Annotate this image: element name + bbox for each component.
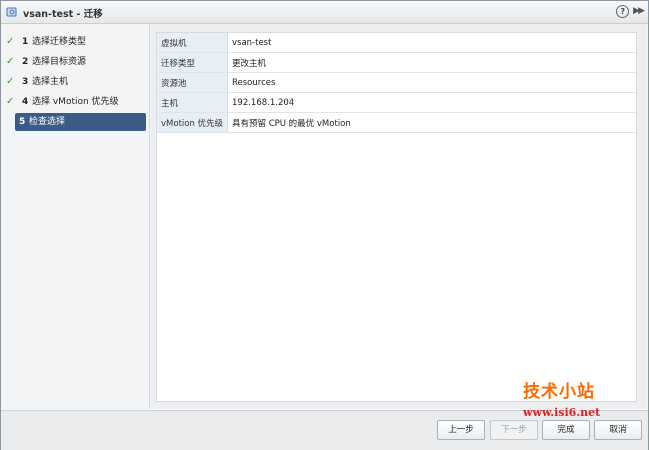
step-select-target-resource[interactable]: ✓ 2 选择目标资源 (4, 53, 146, 71)
table-row: 主机 192.168.1.204 (157, 92, 636, 113)
step-label: 检查选择 (29, 117, 66, 127)
step-label: 选择迁移类型 (32, 37, 87, 47)
step-number: 4 (22, 97, 29, 107)
row-value: 更改主机 (227, 52, 636, 73)
title-bar: vsan-test - 迁移 ? ▶▶ (1, 1, 648, 24)
wizard-steps: ✓ 1 选择迁移类型 ✓ 2 选择目标资源 ✓ 3 选择主机 ✓ 4 选择 vM… (1, 24, 150, 409)
check-icon: ✓ (6, 56, 15, 67)
site-watermark: 技术小站 www.isi6.net (523, 377, 600, 419)
step-label: 选择目标资源 (32, 57, 87, 67)
watermark-url: www.isi6.net (523, 406, 601, 419)
row-value: 具有预留 CPU 的最优 vMotion (227, 112, 636, 133)
row-value: Resources (227, 72, 636, 93)
row-key: 迁移类型 (157, 52, 228, 73)
step-number: 2 (22, 57, 29, 67)
table-row: 迁移类型 更改主机 (157, 52, 636, 73)
table-row: vMotion 优先级 具有预留 CPU 的最优 vMotion (157, 112, 636, 133)
help-icon[interactable]: ? (616, 5, 630, 18)
check-icon: ✓ (6, 96, 15, 107)
step-select-vmotion-priority[interactable]: ✓ 4 选择 vMotion 优先级 (4, 93, 146, 111)
check-icon: ✓ (6, 76, 15, 87)
summary-table: 虚拟机 vsan-test 迁移类型 更改主机 资源池 Resources 主机… (157, 33, 636, 133)
row-key: 资源池 (157, 72, 228, 93)
content-area: 虚拟机 vsan-test 迁移类型 更改主机 资源池 Resources 主机… (151, 24, 647, 409)
row-key: vMotion 优先级 (157, 112, 228, 133)
expand-icon[interactable]: ▶▶ (633, 5, 645, 18)
next-button: 下一步 (490, 420, 538, 440)
step-label: 选择 vMotion 优先级 (32, 97, 119, 107)
step-select-host[interactable]: ✓ 3 选择主机 (4, 73, 146, 91)
row-value: vsan-test (227, 33, 636, 53)
summary-panel: 虚拟机 vsan-test 迁移类型 更改主机 资源池 Resources 主机… (156, 32, 637, 402)
step-label: 选择主机 (32, 77, 69, 87)
back-button[interactable]: 上一步 (437, 420, 485, 440)
table-row: 资源池 Resources (157, 72, 636, 93)
row-key: 主机 (157, 92, 228, 113)
dialog-title: vsan-test - 迁移 (23, 9, 103, 20)
finish-button[interactable]: 完成 (542, 420, 590, 440)
watermark-title: 技术小站 (523, 382, 595, 402)
row-value: 192.168.1.204 (227, 92, 636, 113)
step-number: 3 (22, 77, 29, 87)
table-row: 虚拟机 vsan-test (157, 33, 636, 53)
vm-icon (6, 7, 17, 17)
step-review-selections[interactable]: 5 检查选择 (15, 113, 146, 131)
row-key: 虚拟机 (157, 33, 228, 53)
step-select-migration-type[interactable]: ✓ 1 选择迁移类型 (4, 33, 146, 51)
cancel-button[interactable]: 取消 (594, 420, 642, 440)
step-number: 1 (22, 37, 29, 47)
step-number: 5 (19, 117, 26, 127)
check-icon: ✓ (6, 36, 15, 47)
